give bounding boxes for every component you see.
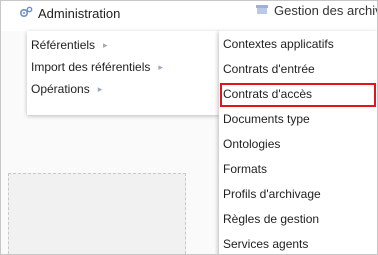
highlight-box xyxy=(220,83,376,107)
menu-item-contextes-applicatifs[interactable]: Contextes applicatifs xyxy=(223,33,334,55)
menu-item-label: Import des référentiels xyxy=(31,60,151,74)
menu-item-label: Contextes applicatifs xyxy=(223,37,334,51)
menu-item-label: Profils d'archivage xyxy=(223,187,321,201)
menu-item-label: Règles de gestion xyxy=(223,212,320,226)
caret-right-icon: ▸ xyxy=(103,39,108,50)
menu-item-regles-gestion[interactable]: Règles de gestion xyxy=(223,208,319,230)
referentiels-submenu: Contextes applicatifs Contrats d'entrée … xyxy=(219,31,377,254)
administration-label: Administration xyxy=(38,6,121,21)
menu-item-label: Ontologies xyxy=(223,137,281,151)
menu-item-formats[interactable]: Formats xyxy=(223,158,267,180)
menu-item-label: Contrats d'entrée xyxy=(223,62,315,76)
menu-item-label: Référentiels xyxy=(31,38,96,52)
menu-item-operations[interactable]: Opérations ▸ xyxy=(31,79,102,99)
menu-item-services-agents[interactable]: Services agents xyxy=(223,233,309,254)
menu-item-documents-type[interactable]: Documents type xyxy=(223,108,310,130)
archive-icon xyxy=(255,3,274,18)
caret-right-icon: ▸ xyxy=(97,83,103,94)
menu-item-label: Opérations xyxy=(31,82,90,96)
top-menu-bar: Administration Gestion des archiv xyxy=(1,1,378,31)
menu-item-profils-archivage[interactable]: Profils d'archivage xyxy=(223,183,321,205)
menu-item-referentiels[interactable]: Référentiels ▸ xyxy=(31,35,108,55)
gestion-archives-label: Gestion des archiv xyxy=(274,3,378,18)
menu-item-contrats-entree[interactable]: Contrats d'entrée xyxy=(223,58,315,80)
menu-item-ontologies[interactable]: Ontologies xyxy=(223,133,280,155)
gestion-archives-menu[interactable]: Gestion des archiv xyxy=(255,3,378,18)
screenshot-frame: Administration Gestion des archiv Référe… xyxy=(0,0,378,255)
menu-item-import-referentiels[interactable]: Import des référentiels ▸ xyxy=(31,57,163,77)
content-placeholder-panel xyxy=(8,173,186,254)
menu-item-label: Formats xyxy=(223,162,268,176)
administration-menu[interactable]: Administration xyxy=(19,6,120,21)
gears-icon xyxy=(19,6,38,21)
caret-right-icon: ▸ xyxy=(158,61,163,72)
menu-item-label: Services agents xyxy=(223,237,309,251)
administration-submenu: Référentiels ▸ Import des référentiels ▸… xyxy=(27,31,219,115)
menu-item-label: Documents type xyxy=(223,112,310,126)
